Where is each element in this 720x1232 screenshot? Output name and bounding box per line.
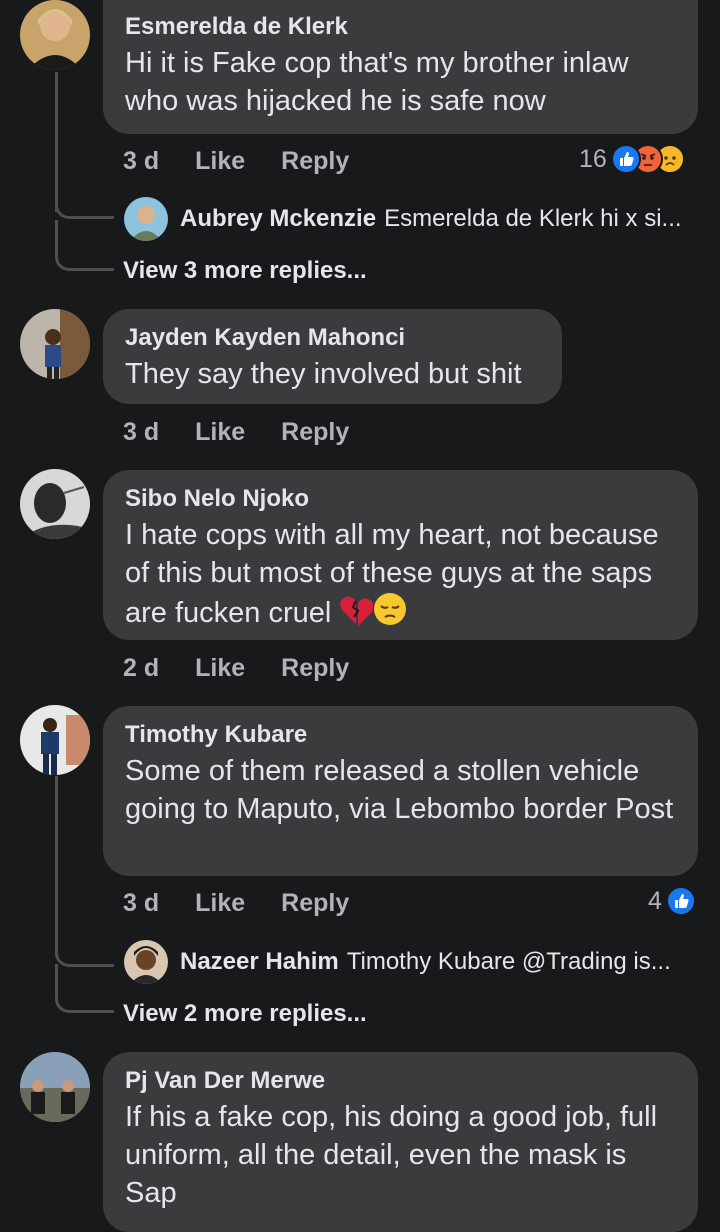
comment-bubble: Sibo Nelo Njoko I hate cops with all my … bbox=[103, 470, 698, 640]
reaction-summary[interactable]: 16 bbox=[579, 143, 685, 175]
comment-text: If his a fake cop, his doing a good job,… bbox=[125, 1101, 658, 1209]
like-icon bbox=[665, 886, 696, 916]
avatar[interactable] bbox=[20, 0, 90, 70]
comment-actions: 3 d Like Reply bbox=[123, 146, 385, 176]
avatar[interactable] bbox=[20, 705, 90, 775]
thread-branch bbox=[55, 172, 114, 219]
like-button[interactable]: Like bbox=[195, 418, 245, 447]
avatar[interactable] bbox=[20, 309, 90, 379]
reply-button[interactable]: Reply bbox=[281, 889, 349, 918]
comment-actions: 3 d Like Reply bbox=[123, 417, 385, 447]
comment-author[interactable]: Jayden Kayden Mahonci bbox=[125, 323, 540, 353]
reaction-summary[interactable]: 4 bbox=[648, 885, 696, 917]
thread-branch bbox=[55, 964, 114, 1013]
like-button[interactable]: Like bbox=[195, 654, 245, 683]
thread-branch bbox=[55, 220, 114, 271]
comment-bubble: Jayden Kayden Mahonci They say they invo… bbox=[103, 309, 562, 404]
comment-bubble: Pj Van Der Merwe If his a fake cop, his … bbox=[103, 1052, 698, 1232]
comment-actions: 3 d Like Reply bbox=[123, 888, 385, 918]
comment-timestamp[interactable]: 3 d bbox=[123, 147, 159, 176]
avatar[interactable] bbox=[20, 1052, 90, 1122]
avatar bbox=[124, 940, 168, 984]
like-button[interactable]: Like bbox=[195, 147, 245, 176]
like-icon bbox=[610, 144, 641, 174]
reaction-count: 16 bbox=[579, 144, 607, 173]
comment-author[interactable]: Esmerelda de Klerk bbox=[125, 12, 676, 42]
reply-button[interactable]: Reply bbox=[281, 654, 349, 683]
comment-text: Hi it is Fake cop that's my brother inla… bbox=[125, 47, 629, 117]
reply-snippet: Timothy Kubare @Trading is... bbox=[346, 948, 671, 975]
comment-author[interactable]: Timothy Kubare bbox=[125, 720, 676, 750]
thread-branch bbox=[55, 920, 114, 967]
reply-snippet: Esmerelda de Klerk hi x si... bbox=[384, 205, 682, 232]
comment-actions: 2 d Like Reply bbox=[123, 653, 385, 683]
pensive-face-emoji bbox=[373, 592, 407, 636]
broken-heart-emoji bbox=[339, 594, 375, 636]
comment-bubble: Esmerelda de Klerk Hi it is Fake cop tha… bbox=[103, 0, 698, 134]
comment-bubble: Timothy Kubare Some of them released a s… bbox=[103, 706, 698, 876]
reaction-count: 4 bbox=[648, 886, 662, 915]
reply-preview[interactable]: Aubrey Mckenzie Esmerelda de Klerk hi x … bbox=[124, 197, 682, 241]
reply-button[interactable]: Reply bbox=[281, 147, 349, 176]
like-button[interactable]: Like bbox=[195, 889, 245, 918]
view-more-replies-link[interactable]: View 2 more replies... bbox=[123, 1000, 367, 1028]
comment-text: I hate cops with all my heart, not becau… bbox=[125, 516, 676, 636]
comment-author[interactable]: Pj Van Der Merwe bbox=[125, 1066, 676, 1096]
reply-preview[interactable]: Nazeer Hahim Timothy Kubare @Trading is.… bbox=[124, 940, 671, 984]
comment-timestamp[interactable]: 3 d bbox=[123, 418, 159, 447]
comment-text: They say they involved but shit bbox=[125, 358, 522, 390]
comment-author[interactable]: Sibo Nelo Njoko bbox=[125, 484, 676, 514]
view-more-replies-link[interactable]: View 3 more replies... bbox=[123, 257, 367, 285]
comment-timestamp[interactable]: 2 d bbox=[123, 654, 159, 683]
reply-button[interactable]: Reply bbox=[281, 418, 349, 447]
reply-author[interactable]: Aubrey Mckenzie bbox=[180, 205, 376, 233]
comment-text: Some of them released a stollen vehicle … bbox=[125, 755, 674, 825]
avatar bbox=[124, 197, 168, 241]
avatar[interactable] bbox=[20, 469, 90, 539]
comment-timestamp[interactable]: 3 d bbox=[123, 889, 159, 918]
reply-author[interactable]: Nazeer Hahim bbox=[180, 948, 339, 976]
